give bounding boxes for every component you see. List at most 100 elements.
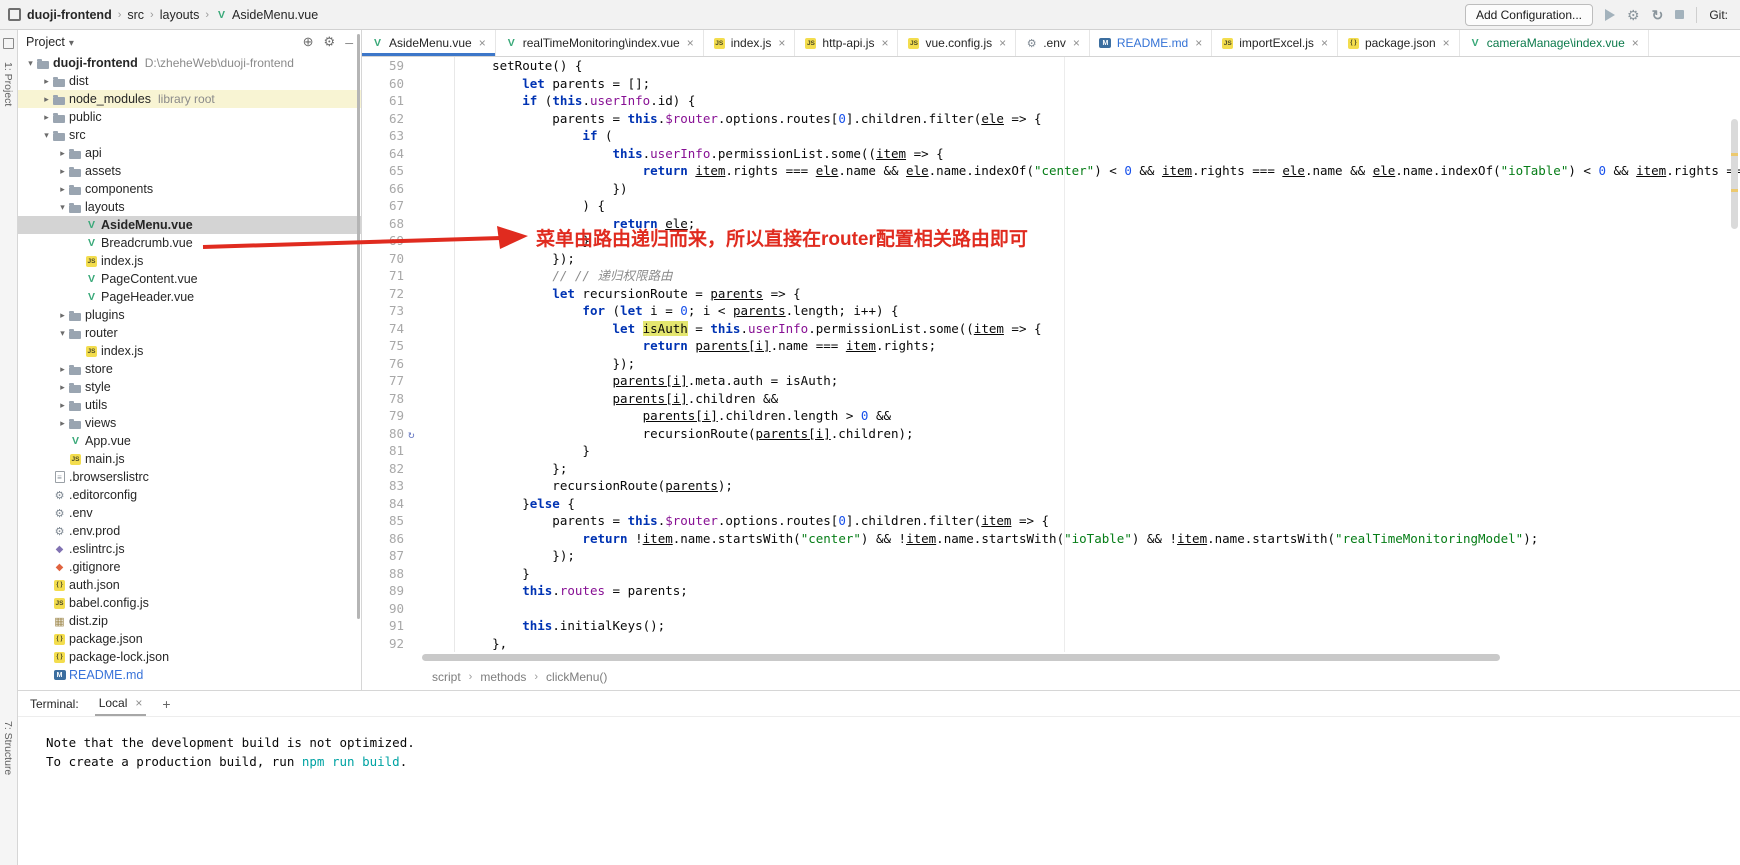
gutter-line-number[interactable]: 78 [362, 390, 454, 408]
terminal-tab[interactable]: Local× [95, 691, 147, 716]
tab-close-icon[interactable]: × [1632, 36, 1639, 50]
tool-strip-icon[interactable] [3, 38, 14, 49]
tab-close-icon[interactable]: × [1195, 36, 1202, 50]
tree-item[interactable]: ▸utils [18, 396, 361, 414]
settings-icon[interactable] [1627, 8, 1640, 22]
editor-tab[interactable]: vue.config.js× [898, 30, 1016, 56]
gutter-line-number[interactable]: 76 [362, 355, 454, 373]
gutter-line-number[interactable]: 90 [362, 600, 454, 618]
chevron-right-icon[interactable]: ▸ [56, 400, 69, 411]
breadcrumb-item[interactable]: duoji-frontend [27, 8, 112, 22]
gutter-line-number[interactable]: 60 [362, 75, 454, 93]
gutter-line-number[interactable]: 86 [362, 530, 454, 548]
tree-item[interactable]: .env [18, 504, 361, 522]
git-label[interactable]: Git: [1709, 8, 1728, 22]
chevron-right-icon[interactable]: ▸ [56, 166, 69, 177]
tree-item[interactable]: PageHeader.vue [18, 288, 361, 306]
chevron-right-icon[interactable]: ▸ [56, 418, 69, 429]
breadcrumb-item[interactable]: src [127, 8, 144, 22]
locate-file-icon[interactable] [303, 34, 314, 50]
tree-item[interactable]: AsideMenu.vue [18, 216, 361, 234]
gutter-line-number[interactable]: 70 [362, 250, 454, 268]
editor-gutter[interactable]: 5960616263646566676869707172737475767778… [362, 57, 455, 652]
gutter-line-number[interactable]: 72 [362, 285, 454, 303]
code-breadcrumb-item[interactable]: methods [480, 670, 526, 684]
tree-item[interactable]: index.js [18, 252, 361, 270]
editor-tab[interactable]: index.js× [704, 30, 796, 56]
gutter-line-number[interactable]: 65 [362, 162, 454, 180]
tree-item[interactable]: ▸store [18, 360, 361, 378]
tree-item[interactable]: App.vue [18, 432, 361, 450]
gutter-line-number[interactable]: 85 [362, 512, 454, 530]
chevron-right-icon[interactable]: ▸ [56, 382, 69, 393]
chevron-right-icon[interactable]: ▸ [40, 76, 53, 87]
tree-item[interactable]: babel.config.js [18, 594, 361, 612]
chevron-down-icon[interactable]: ▾ [56, 202, 69, 213]
tree-item[interactable]: package-lock.json [18, 648, 361, 666]
tree-item[interactable]: ▾router [18, 324, 361, 342]
chevron-right-icon[interactable]: ▸ [40, 112, 53, 123]
tab-close-icon[interactable]: × [778, 36, 785, 50]
editor-vertical-scrollbar[interactable] [1731, 119, 1738, 229]
tree-item[interactable]: auth.json [18, 576, 361, 594]
breadcrumb-item[interactable]: layouts [160, 8, 200, 22]
gutter-line-number[interactable]: 64 [362, 145, 454, 163]
gear-icon[interactable] [324, 34, 336, 50]
gutter-line-number[interactable]: 67 [362, 197, 454, 215]
project-panel-title[interactable]: Project [26, 35, 65, 49]
editor-horizontal-scrollbar[interactable] [422, 654, 1500, 661]
gutter-line-number[interactable]: 62 [362, 110, 454, 128]
tree-item[interactable]: .env.prod [18, 522, 361, 540]
tree-item[interactable]: .gitignore [18, 558, 361, 576]
gutter-line-number[interactable]: 91 [362, 617, 454, 635]
recursion-icon[interactable]: ↻ [408, 426, 415, 444]
tree-item[interactable]: ▾layouts [18, 198, 361, 216]
gutter-line-number[interactable]: 74 [362, 320, 454, 338]
chevron-right-icon[interactable]: ▸ [56, 364, 69, 375]
tree-item[interactable]: README.md [18, 666, 361, 684]
gutter-line-number[interactable]: 83 [362, 477, 454, 495]
editor-tab[interactable]: realTimeMonitoring\index.vue× [496, 30, 704, 56]
tool-tab-project[interactable]: 1: Project [2, 62, 14, 106]
project-tree-scrollbar[interactable] [357, 34, 360, 619]
chevron-right-icon[interactable]: ▸ [56, 184, 69, 195]
tab-close-icon[interactable]: × [1443, 36, 1450, 50]
tree-item[interactable]: main.js [18, 450, 361, 468]
editor-tab[interactable]: package.json× [1338, 30, 1460, 56]
editor-code[interactable]: setRoute() { let parents = []; if (this.… [455, 57, 1740, 652]
gutter-line-number[interactable]: 61 [362, 92, 454, 110]
tab-close-icon[interactable]: × [479, 36, 486, 50]
tree-item[interactable]: ▸style [18, 378, 361, 396]
editor-tab[interactable]: importExcel.js× [1212, 30, 1338, 56]
gutter-line-number[interactable]: 63 [362, 127, 454, 145]
chevron-down-icon[interactable]: ▾ [40, 130, 53, 141]
update-icon[interactable] [1652, 8, 1664, 22]
gutter-line-number[interactable]: 88 [362, 565, 454, 583]
gutter-line-number[interactable]: 73 [362, 302, 454, 320]
tree-item[interactable]: ▸plugins [18, 306, 361, 324]
tree-item[interactable]: ▸api [18, 144, 361, 162]
stop-icon[interactable] [1675, 10, 1684, 19]
tree-item[interactable]: package.json [18, 630, 361, 648]
gutter-line-number[interactable]: 87 [362, 547, 454, 565]
new-terminal-tab-icon[interactable]: + [162, 696, 170, 712]
gutter-line-number[interactable]: 69 [362, 232, 454, 250]
add-configuration-button[interactable]: Add Configuration... [1465, 4, 1593, 26]
tree-item[interactable]: ▸public [18, 108, 361, 126]
tree-item[interactable]: .eslintrc.js [18, 540, 361, 558]
chevron-right-icon[interactable]: ▸ [56, 310, 69, 321]
code-breadcrumb-item[interactable]: script [432, 670, 461, 684]
editor-tab[interactable]: http-api.js× [795, 30, 898, 56]
tree-item[interactable]: .browserslistrc [18, 468, 361, 486]
editor-tab[interactable]: README.md× [1090, 30, 1212, 56]
gutter-line-number[interactable]: 66 [362, 180, 454, 198]
editor-tab[interactable]: .env× [1016, 30, 1090, 56]
gutter-line-number[interactable]: 77 [362, 372, 454, 390]
tree-item[interactable]: ▸node_moduleslibrary root [18, 90, 361, 108]
chevron-right-icon[interactable]: ▸ [56, 148, 69, 159]
tree-item[interactable]: index.js [18, 342, 361, 360]
gutter-line-number[interactable]: 81 [362, 442, 454, 460]
gutter-line-number[interactable]: 84 [362, 495, 454, 513]
gutter-line-number[interactable]: 75 [362, 337, 454, 355]
warning-stripe-mark[interactable] [1731, 153, 1738, 156]
